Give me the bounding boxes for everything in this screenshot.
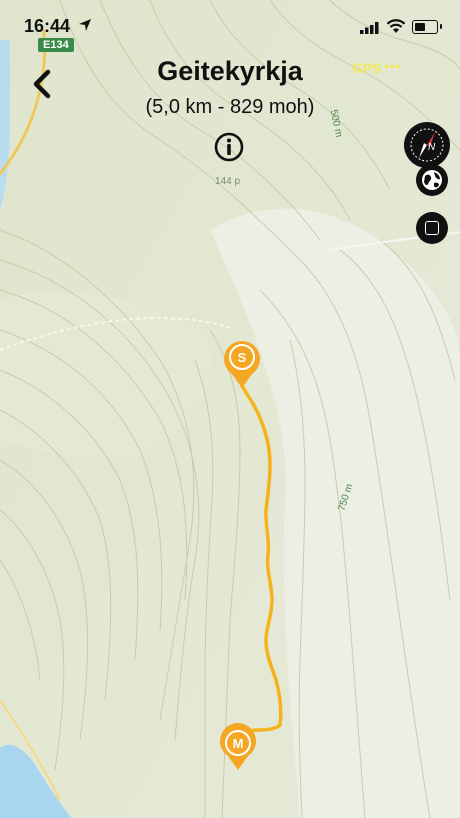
info-icon[interactable]	[213, 131, 245, 163]
start-marker-label: S	[238, 350, 247, 365]
battery-icon	[412, 20, 442, 34]
fullscreen-button[interactable]	[416, 212, 448, 244]
spot-height-label: 144 p	[215, 176, 241, 187]
map-canvas[interactable]: S M	[0, 0, 460, 818]
gps-status-dots: •••	[384, 58, 402, 74]
globe-icon	[422, 170, 442, 190]
square-icon	[425, 221, 439, 235]
route-badge: E134	[38, 38, 74, 52]
wifi-icon	[386, 19, 406, 33]
end-marker-label: M	[233, 736, 244, 751]
cellular-signal-icon	[360, 22, 379, 34]
status-bar: 16:44 E134	[0, 0, 460, 52]
gps-label: GPS	[352, 60, 382, 76]
map-layers-button[interactable]	[416, 164, 448, 196]
status-time: 16:44	[24, 16, 71, 36]
compass-north-label: N	[428, 142, 436, 153]
location-arrow-icon	[79, 19, 91, 31]
compass-button[interactable]: N	[404, 122, 450, 168]
page-subtitle: (5,0 km - 829 moh)	[145, 96, 315, 118]
